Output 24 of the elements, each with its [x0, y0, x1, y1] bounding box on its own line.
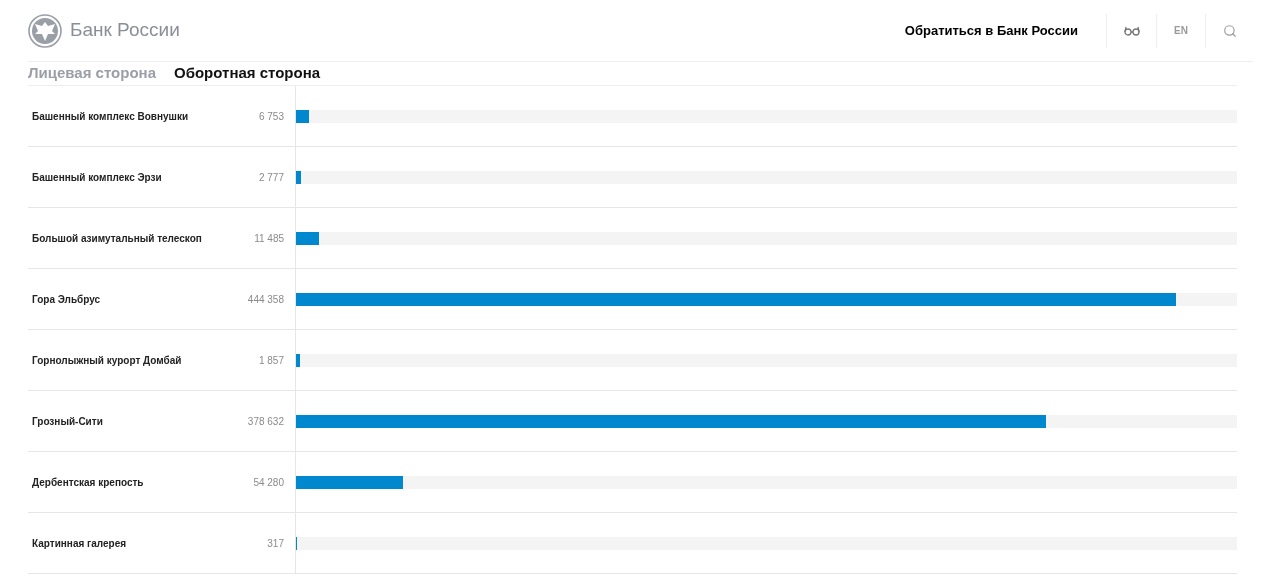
glasses-icon[interactable] [1123, 25, 1140, 36]
row-label: Картинная галерея [31, 536, 128, 551]
row-value: 6 753 [257, 109, 284, 124]
side-tab[interactable]: Оборотная сторона [174, 62, 321, 85]
row-label: Гора Эльбрус [31, 292, 102, 307]
row-value: 378 632 [246, 414, 284, 429]
row-value: 317 [266, 536, 284, 551]
row-value: 444 358 [246, 292, 284, 307]
contact-link[interactable]: Обратиться в Банк России [904, 20, 1078, 41]
row-value: 1 857 [257, 353, 284, 368]
emblem-icon [28, 13, 62, 48]
row-value: 2 777 [257, 170, 284, 185]
row-value: 11 485 [253, 231, 284, 246]
search-icon[interactable] [1222, 23, 1237, 38]
row-label: Горнолыжный курорт Домбай [31, 353, 183, 368]
logo-text[interactable]: Банк России [70, 16, 180, 45]
row-label: Башенный комплекс Эрзи [31, 170, 163, 185]
language-button[interactable]: EN [1174, 23, 1188, 38]
side-tab[interactable]: Лицевая сторона [28, 62, 156, 85]
row-value: 54 280 [252, 475, 284, 490]
row-label: Башенный комплекс Вовнушки [31, 109, 190, 124]
row-label: Грозный-Сити [31, 414, 104, 429]
row-label: Большой азимутальный телескоп [31, 231, 203, 246]
row-label: Дербентская крепость [31, 475, 145, 490]
